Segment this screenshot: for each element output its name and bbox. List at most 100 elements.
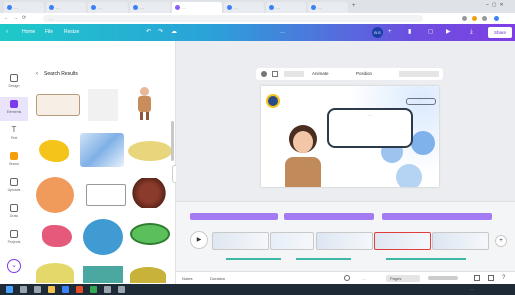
timeline-audio-segment[interactable] xyxy=(190,213,278,220)
edge-icon[interactable] xyxy=(62,286,69,293)
present-icon[interactable]: ▶ xyxy=(446,29,453,36)
grid-view-icon[interactable] xyxy=(474,275,480,281)
element-thumb-speech-box[interactable] xyxy=(36,94,80,116)
browser-extension-icons[interactable] xyxy=(462,15,507,22)
element-thumb-banner[interactable] xyxy=(128,141,172,161)
pages-button[interactable]: Pages xyxy=(386,275,420,282)
browser-tab[interactable]: … xyxy=(266,2,306,13)
nav-item-brand[interactable]: Brand xyxy=(0,149,28,173)
fullscreen-icon[interactable] xyxy=(488,275,494,281)
zoom-level[interactable]: … xyxy=(362,276,366,281)
slide-title-box[interactable] xyxy=(406,98,436,105)
flip-button[interactable] xyxy=(284,71,304,77)
browser-tab[interactable]: … xyxy=(224,2,264,13)
browser-tab[interactable]: … xyxy=(46,2,86,13)
browser-tab[interactable]: … xyxy=(130,2,170,13)
panel-scrollbar[interactable] xyxy=(171,121,174,161)
element-thumb-cell-2[interactable] xyxy=(36,263,74,283)
avatar[interactable]: B.S xyxy=(372,27,383,38)
element-thumb-cell[interactable] xyxy=(36,177,74,213)
shapes-icon xyxy=(10,100,18,108)
nav-item-elements[interactable]: Elements xyxy=(0,97,28,121)
animate-button[interactable]: Animate xyxy=(312,71,329,76)
timer-icon[interactable] xyxy=(344,275,350,281)
transparency-button[interactable] xyxy=(399,71,439,77)
browser-tab[interactable]: … xyxy=(308,2,348,13)
slide-page[interactable]: … xyxy=(261,86,439,187)
element-thumb-cluster[interactable] xyxy=(131,178,167,208)
back-arrow-icon[interactable]: ‹ xyxy=(36,71,38,77)
text-icon: T xyxy=(11,125,17,134)
app-icon[interactable] xyxy=(104,286,111,293)
color-picker-icon[interactable] xyxy=(261,71,267,77)
back-icon[interactable]: ‹ xyxy=(6,29,13,36)
element-thumb-plant[interactable] xyxy=(83,266,123,283)
element-thumb-seed[interactable] xyxy=(130,267,166,283)
apps-icon[interactable]: ⌄ xyxy=(7,259,21,273)
element-thumb-text-box[interactable] xyxy=(86,184,126,206)
file-explorer-icon[interactable] xyxy=(48,286,55,293)
design-title[interactable]: … xyxy=(280,29,360,35)
undo-icon[interactable]: ↶ xyxy=(146,29,153,36)
timeline-clip[interactable] xyxy=(316,232,373,250)
browser-tab[interactable]: … xyxy=(88,2,128,13)
redo-icon[interactable]: ↷ xyxy=(158,29,165,36)
element-thumb-water[interactable] xyxy=(80,133,124,167)
app-icon[interactable] xyxy=(118,286,125,293)
add-people-icon[interactable]: + xyxy=(388,29,395,36)
extension-icon[interactable] xyxy=(482,16,487,21)
browser-tab-active[interactable]: … xyxy=(172,2,222,13)
share-button[interactable]: Share xyxy=(488,27,512,38)
timeline-clip[interactable] xyxy=(270,232,314,250)
comment-icon[interactable]: ◻ xyxy=(428,29,435,36)
timeline-audio-segment[interactable] xyxy=(284,213,374,220)
new-tab-icon[interactable]: + xyxy=(352,3,356,9)
window-controls-icon[interactable]: –▢✕ xyxy=(486,2,512,11)
element-thumb-blank[interactable] xyxy=(88,89,118,121)
teacher-character[interactable] xyxy=(281,121,326,187)
url-input[interactable]: … xyxy=(43,15,423,22)
zoom-slider[interactable] xyxy=(428,276,458,280)
task-view-icon[interactable] xyxy=(34,286,41,293)
browser-tab[interactable]: … xyxy=(4,2,44,13)
timeline-audio-segment[interactable] xyxy=(382,213,492,220)
extension-icon[interactable] xyxy=(462,16,467,21)
elements-panel: ‹ Search Results xyxy=(28,41,176,284)
search-icon[interactable] xyxy=(20,286,27,293)
help-icon[interactable]: ? xyxy=(502,275,505,281)
nav-item-draw[interactable]: Draw xyxy=(0,201,28,225)
position-button[interactable]: Position xyxy=(356,71,372,76)
play-button-icon[interactable]: ▶ xyxy=(190,231,208,249)
chrome-icon[interactable] xyxy=(90,286,97,293)
timeline-clip[interactable] xyxy=(432,232,489,250)
notes-button[interactable]: Notes xyxy=(182,276,192,281)
element-thumb-splash[interactable] xyxy=(36,136,72,166)
extension-icon[interactable] xyxy=(472,16,477,21)
element-thumb-character[interactable] xyxy=(133,85,155,121)
resize-button[interactable]: Resize xyxy=(64,29,79,35)
duration-button[interactable]: Duration xyxy=(210,276,225,281)
nav-item-text[interactable]: T Text xyxy=(0,123,28,147)
crop-icon[interactable] xyxy=(272,71,278,77)
profile-icon[interactable] xyxy=(494,16,499,21)
element-thumb-stomach[interactable] xyxy=(36,219,76,251)
nav-item-uploads[interactable]: Uploads xyxy=(0,175,28,199)
start-icon[interactable] xyxy=(6,286,13,293)
home-button[interactable]: Home xyxy=(22,29,35,35)
speech-bubble[interactable]: … xyxy=(327,108,413,148)
element-thumb-leaf[interactable] xyxy=(130,223,170,245)
nav-item-design[interactable]: Design xyxy=(0,71,28,95)
add-page-icon[interactable]: + xyxy=(495,235,507,247)
nav-arrows-icon[interactable]: ←→⟳ xyxy=(4,15,30,21)
download-icon[interactable]: ⤓ xyxy=(470,29,477,36)
system-clock[interactable]: … xyxy=(470,286,474,291)
cloud-saved-icon[interactable]: ☁ xyxy=(171,29,178,36)
nav-item-projects[interactable]: Projects xyxy=(0,227,28,251)
timeline-clip-selected[interactable] xyxy=(374,232,431,250)
analytics-icon[interactable]: ▮ xyxy=(408,29,415,36)
timeline-clip[interactable] xyxy=(212,232,269,250)
tab-favicon-icon xyxy=(227,5,232,10)
element-thumb-globe[interactable] xyxy=(83,219,123,255)
file-menu-button[interactable]: File xyxy=(45,29,53,35)
app-icon[interactable] xyxy=(76,286,83,293)
